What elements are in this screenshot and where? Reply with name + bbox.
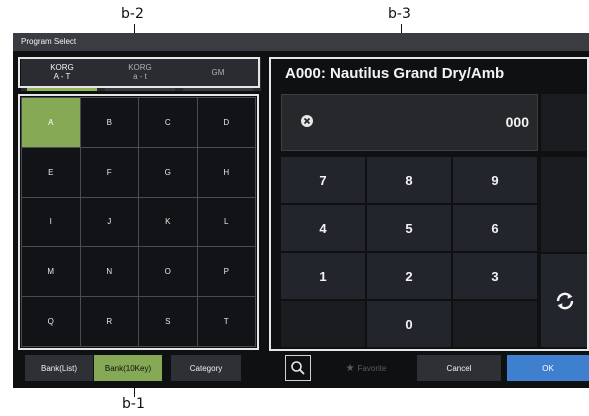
callout-b1: b-1 — [122, 396, 145, 412]
search-button[interactable] — [285, 355, 311, 381]
callout-b3: b-3 — [388, 6, 411, 22]
favorite-button[interactable]: ★ Favorite — [326, 355, 406, 381]
bank-list-button[interactable]: Bank(List) — [25, 355, 93, 381]
callout-b2: b-2 — [121, 6, 144, 22]
tab-indicator — [105, 88, 175, 91]
callout-frame-b1 — [18, 94, 259, 350]
category-button[interactable]: Category — [171, 355, 241, 381]
callout-frame-b2 — [18, 57, 260, 88]
ok-button[interactable]: OK — [507, 355, 589, 381]
search-icon — [291, 361, 305, 375]
star-icon: ★ — [345, 362, 355, 374]
callout-frame-b3 — [269, 57, 589, 351]
window-title: Program Select — [13, 33, 589, 51]
program-select-screen: Program Select KORG A - T KORG a - t GM … — [13, 33, 589, 388]
favorite-label: Favorite — [357, 363, 387, 373]
tab-indicator — [27, 88, 97, 91]
tab-indicator — [183, 88, 253, 91]
cancel-button[interactable]: Cancel — [417, 355, 501, 381]
bank-10key-button[interactable]: Bank(10Key) — [94, 355, 162, 381]
